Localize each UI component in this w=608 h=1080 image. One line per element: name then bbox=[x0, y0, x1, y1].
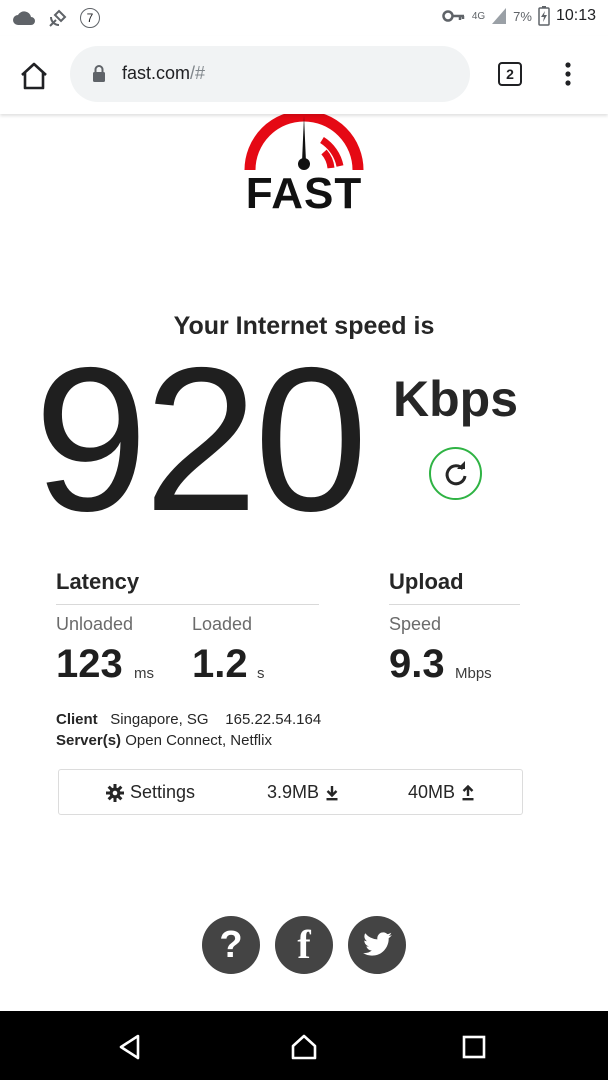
lock-icon bbox=[93, 65, 105, 82]
speed-units: Kbps bbox=[393, 371, 518, 427]
address-bar[interactable]: fast.com/# bbox=[70, 46, 470, 102]
upload-size-value: 40MB bbox=[408, 782, 456, 802]
url-suffix: /# bbox=[190, 63, 206, 83]
upload-speed-label: Speed bbox=[389, 614, 442, 634]
download-size-value: 3.9MB bbox=[267, 782, 320, 802]
unloaded-unit: ms bbox=[134, 665, 154, 682]
unloaded-label: Unloaded bbox=[56, 614, 134, 634]
client-ip: 165.22.54.164 bbox=[225, 711, 322, 728]
settings-bar: Settings 3.9MB 40MB bbox=[58, 769, 523, 815]
upload-arrow-icon bbox=[462, 784, 474, 800]
home-icon[interactable] bbox=[18, 60, 50, 92]
twitter-button[interactable] bbox=[348, 916, 406, 974]
recents-icon[interactable] bbox=[460, 1033, 488, 1061]
refresh-icon bbox=[445, 460, 466, 485]
notification-count-badge: 7 bbox=[80, 8, 100, 28]
upload-divider bbox=[389, 604, 520, 605]
settings-label: Settings bbox=[130, 782, 196, 802]
client-label: Client bbox=[56, 711, 98, 728]
latency-divider bbox=[56, 604, 319, 605]
tab-switcher-button[interactable]: 2 bbox=[498, 62, 522, 86]
loaded-unit: s bbox=[257, 665, 265, 682]
facebook-button[interactable]: f bbox=[275, 916, 333, 974]
help-button[interactable]: ? bbox=[202, 916, 260, 974]
cloud-icon bbox=[13, 11, 35, 25]
loaded-label: Loaded bbox=[192, 614, 253, 634]
client-info: Client Singapore, SG 165.22.54.164 bbox=[56, 711, 321, 728]
upload-title: Upload bbox=[389, 569, 464, 594]
netflix-mark bbox=[550, 1004, 598, 1011]
satellite-icon bbox=[49, 9, 67, 27]
gear-icon bbox=[106, 783, 124, 802]
refresh-button[interactable] bbox=[429, 447, 482, 500]
url-host: fast.com bbox=[122, 63, 191, 83]
download-arrow-icon bbox=[326, 785, 338, 800]
server-value: Open Connect, Netflix bbox=[125, 732, 272, 749]
vpn-key-icon bbox=[442, 10, 465, 22]
system-nav-bar bbox=[0, 1011, 608, 1080]
signal-icon bbox=[492, 8, 507, 24]
loaded-value: 1.2 bbox=[192, 642, 248, 686]
fast-logo: FAST bbox=[238, 110, 370, 222]
download-size: 3.9MB bbox=[267, 782, 339, 803]
battery-charging-icon bbox=[538, 6, 550, 26]
twitter-icon bbox=[363, 932, 392, 956]
server-label: Server(s) bbox=[56, 732, 122, 749]
question-mark-icon: ? bbox=[219, 924, 243, 966]
logo-text: FAST bbox=[245, 169, 363, 218]
battery-percent: 7% bbox=[513, 8, 532, 24]
clock-time: 10:13 bbox=[555, 7, 596, 24]
unloaded-value: 123 bbox=[56, 642, 123, 686]
status-bar: 7 4G 7% 10:13 bbox=[0, 0, 608, 36]
network-type-label: 4G bbox=[471, 10, 486, 22]
page: 7 4G 7% 10:13 fast.com/# 2 FAST Your Int… bbox=[0, 0, 608, 1080]
upload-speed-value: 9.3 bbox=[389, 642, 445, 686]
url-text: fast.com/# bbox=[122, 63, 205, 84]
facebook-icon: f bbox=[297, 922, 311, 967]
upload-size: 40MB bbox=[408, 782, 475, 803]
client-location: Singapore, SG bbox=[110, 711, 209, 728]
browser-toolbar: fast.com/# 2 bbox=[0, 36, 608, 114]
speed-value: 920 bbox=[34, 325, 368, 554]
latency-title: Latency bbox=[56, 569, 140, 594]
back-icon[interactable] bbox=[116, 1033, 144, 1061]
home-nav-icon[interactable] bbox=[290, 1033, 318, 1061]
upload-speed-unit: Mbps bbox=[455, 665, 492, 682]
settings-button[interactable]: Settings bbox=[106, 782, 195, 803]
server-info: Server(s) Open Connect, Netflix bbox=[56, 732, 272, 749]
overflow-menu-icon[interactable] bbox=[556, 60, 580, 88]
